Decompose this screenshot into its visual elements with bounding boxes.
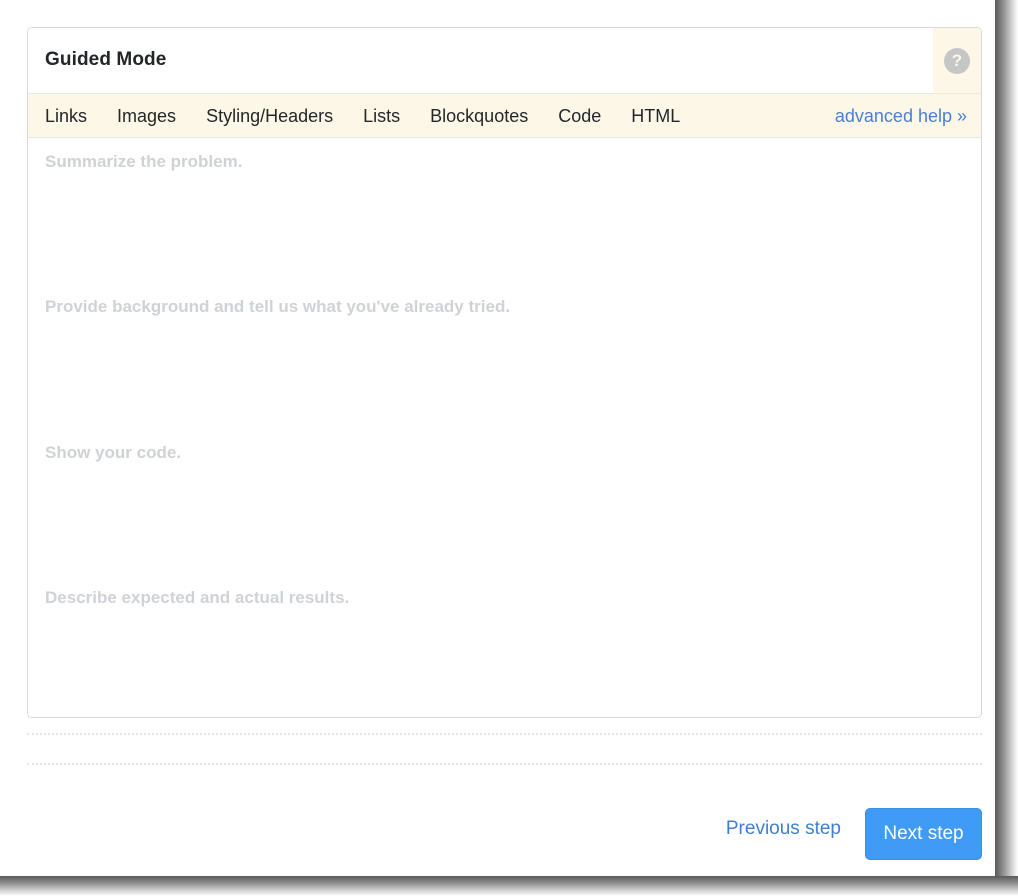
previous-step-link[interactable]: Previous step — [726, 818, 841, 840]
advanced-help-link[interactable]: advanced help » — [835, 94, 967, 138]
window-shadow-right — [995, 0, 1018, 896]
separator-top — [27, 733, 982, 735]
markdown-help-toolbar: Links Images Styling/Headers Lists Block… — [28, 93, 981, 138]
page-title: Guided Mode — [45, 49, 167, 70]
toolbar-item-html[interactable]: HTML — [631, 106, 680, 127]
toolbar-item-styling-headers[interactable]: Styling/Headers — [206, 106, 333, 127]
toolbar-item-images[interactable]: Images — [117, 106, 176, 127]
help-icon-column: ? — [933, 28, 981, 93]
window-shadow-bottom — [0, 876, 1018, 896]
editor-title-bar: Guided Mode ? — [28, 28, 981, 93]
guided-mode-body[interactable]: Summarize the problem. Provide backgroun… — [28, 138, 981, 717]
toolbar-item-blockquotes[interactable]: Blockquotes — [430, 106, 528, 127]
next-step-button[interactable]: Next step — [865, 808, 982, 860]
placeholder-describe-results: Describe expected and actual results. — [45, 588, 350, 607]
toolbar-item-links[interactable]: Links — [45, 106, 87, 127]
help-icon[interactable]: ? — [944, 47, 970, 74]
separator-bottom — [27, 763, 982, 765]
toolbar-item-lists[interactable]: Lists — [363, 106, 400, 127]
footer-actions: Previous step Next step — [27, 800, 982, 870]
placeholder-summarize-problem: Summarize the problem. — [45, 152, 243, 171]
page-card: Guided Mode ? Links Images Styling/Heade… — [0, 0, 995, 876]
toolbar-items: Links Images Styling/Headers Lists Block… — [45, 94, 680, 138]
placeholder-provide-background: Provide background and tell us what you'… — [45, 297, 511, 316]
placeholder-show-your-code: Show your code. — [45, 443, 182, 462]
toolbar-item-code[interactable]: Code — [558, 106, 601, 127]
guided-mode-editor-card: Guided Mode ? Links Images Styling/Heade… — [27, 27, 982, 718]
